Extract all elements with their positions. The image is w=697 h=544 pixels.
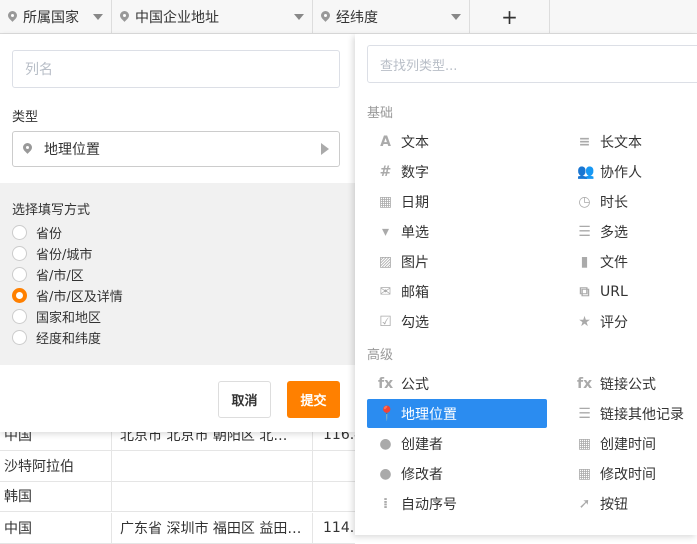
fill-mode-option[interactable]: 省/市/区及详情: [12, 285, 343, 306]
field-type-item[interactable]: A 文本: [367, 127, 547, 156]
chevron-right-icon: [321, 143, 329, 155]
submit-button[interactable]: 提交: [287, 381, 340, 418]
fill-mode-option[interactable]: 省份/城市: [12, 243, 343, 264]
field-type-item[interactable]: ▦ 日期: [367, 187, 547, 216]
fill-mode-option[interactable]: 国家和地区: [12, 306, 343, 327]
field-type-item[interactable]: ● 创建者: [367, 429, 547, 458]
field-type-item[interactable]: fx 链接公式: [566, 369, 697, 398]
field-type-item[interactable]: ✉ 邮箱: [367, 277, 547, 306]
field-type-icon: A: [380, 133, 391, 150]
chevron-down-icon[interactable]: [294, 14, 304, 20]
section-advanced: 高级: [367, 348, 394, 363]
table-cell[interactable]: 沙特阿拉伯: [0, 451, 112, 481]
field-type-icon: ◷: [578, 193, 591, 210]
field-type-icon: ➚: [578, 495, 591, 512]
column-edit-panel: 列名 类型 地理位置 选择填写方式 省份 省份/城市 省/市/区 省/市/区及详情 国家…: [0, 34, 355, 432]
field-type-icon: fx: [378, 375, 394, 392]
field-type-icon: ★: [578, 313, 591, 330]
field-type-icon: 📍: [378, 405, 396, 422]
field-type-item[interactable]: ≡ 长文本: [566, 127, 697, 156]
field-type-item[interactable]: ◷ 时长: [566, 187, 697, 216]
chevron-down-icon[interactable]: [451, 14, 461, 20]
location-icon: [321, 11, 330, 23]
plus-icon: +: [501, 5, 518, 29]
field-type-icon: 👥: [577, 163, 595, 180]
field-type-icon: ▦: [378, 193, 393, 210]
cancel-button[interactable]: 取消: [218, 381, 271, 418]
radio-button[interactable]: [12, 267, 27, 282]
table-cell[interactable]: 114.0: [313, 520, 355, 536]
field-type-picker: 查找列类型... 基础 高级 A 文本 ≡ 长文本 # 数字 👥 协作人 ▦ 日期 ◷ 时长 ▾ 单选 ☰ 多…: [355, 34, 697, 535]
radio-button[interactable]: [12, 330, 27, 345]
field-type-icon: ▦: [577, 465, 592, 482]
field-type-item[interactable]: ● 修改者: [367, 459, 547, 488]
field-type-icon: ☰: [578, 223, 591, 240]
field-type-icon: ●: [379, 465, 392, 482]
field-type-item[interactable]: ⁞ 自动序号: [367, 489, 547, 518]
table-cell[interactable]: 广东省 深圳市 福田区 益田…: [112, 513, 313, 543]
field-type-item[interactable]: ☑ 勾选: [367, 307, 547, 336]
field-type-icon: ≡: [578, 133, 591, 150]
field-type-icon: ☰: [578, 405, 591, 422]
column-name-input[interactable]: 列名: [12, 50, 340, 88]
column-header-address[interactable]: 中国企业地址: [112, 0, 313, 34]
column-header-country[interactable]: 所属国家: [0, 0, 112, 34]
field-type-item[interactable]: ▦ 创建时间: [566, 429, 697, 458]
table-row[interactable]: 沙特阿拉伯: [0, 451, 355, 482]
chevron-down-icon[interactable]: [93, 14, 103, 20]
table-row[interactable]: 韩国: [0, 481, 355, 512]
field-type-item[interactable]: ▦ 修改时间: [566, 459, 697, 488]
field-type-item[interactable]: ☰ 多选: [566, 217, 697, 246]
fill-mode-section: 选择填写方式 省份 省份/城市 省/市/区 省/市/区及详情 国家和地区 经度和纬度: [0, 183, 355, 365]
radio-button[interactable]: [12, 288, 27, 303]
table-header: 所属国家 中国企业地址 经纬度 +: [0, 0, 697, 34]
field-type-item[interactable]: ▮ 文件: [566, 247, 697, 276]
field-type-icon: ●: [379, 435, 392, 452]
field-type-item[interactable]: 👥 协作人: [566, 157, 697, 186]
location-icon: [120, 11, 129, 23]
field-type-item[interactable]: 📍 地理位置: [367, 399, 547, 428]
field-type-icon: ▮: [580, 253, 589, 270]
radio-button[interactable]: [12, 309, 27, 324]
fill-mode-option[interactable]: 省份: [12, 222, 343, 243]
radio-button[interactable]: [12, 246, 27, 261]
field-type-item[interactable]: ☰ 链接其他记录: [566, 399, 697, 428]
field-type-icon: ⧉: [579, 283, 590, 300]
field-type-item[interactable]: # 数字: [367, 157, 547, 186]
type-label: 类型: [12, 110, 39, 125]
field-type-search-input[interactable]: 查找列类型...: [367, 45, 697, 83]
field-type-icon: ☑: [379, 313, 392, 330]
field-type-icon: #: [379, 163, 392, 180]
field-type-icon: ▦: [577, 435, 592, 452]
field-type-item[interactable]: ★ 评分: [566, 307, 697, 336]
fill-mode-option[interactable]: 省/市/区: [12, 264, 343, 285]
table-cell[interactable]: [112, 451, 313, 481]
table-row[interactable]: 中国广东省 深圳市 福田区 益田…114.0: [0, 513, 355, 544]
table-cell[interactable]: [112, 481, 313, 511]
fill-mode-option[interactable]: 经度和纬度: [12, 327, 343, 348]
field-type-icon: ✉: [379, 283, 392, 300]
location-icon: [8, 11, 17, 23]
radio-button[interactable]: [12, 225, 27, 240]
field-type-item[interactable]: ▾ 单选: [367, 217, 547, 246]
column-header-coords[interactable]: 经纬度: [313, 0, 470, 34]
field-type-item[interactable]: ▨ 图片: [367, 247, 547, 276]
field-type-icon: fx: [577, 375, 593, 392]
field-type-icon: ⁞: [382, 495, 389, 512]
field-type-item[interactable]: fx 公式: [367, 369, 547, 398]
field-type-item[interactable]: ➚ 按钮: [566, 489, 697, 518]
field-type-item[interactable]: ⧉ URL: [566, 277, 697, 306]
table-cell[interactable]: 韩国: [0, 481, 112, 511]
field-type-icon: ▨: [378, 253, 393, 270]
location-icon: [23, 143, 32, 155]
section-basic: 基础: [367, 106, 394, 121]
field-type-icon: ▾: [381, 223, 390, 240]
table-cell[interactable]: 中国: [0, 513, 112, 543]
type-select[interactable]: 地理位置: [12, 131, 340, 167]
add-column-button[interactable]: +: [470, 0, 550, 34]
